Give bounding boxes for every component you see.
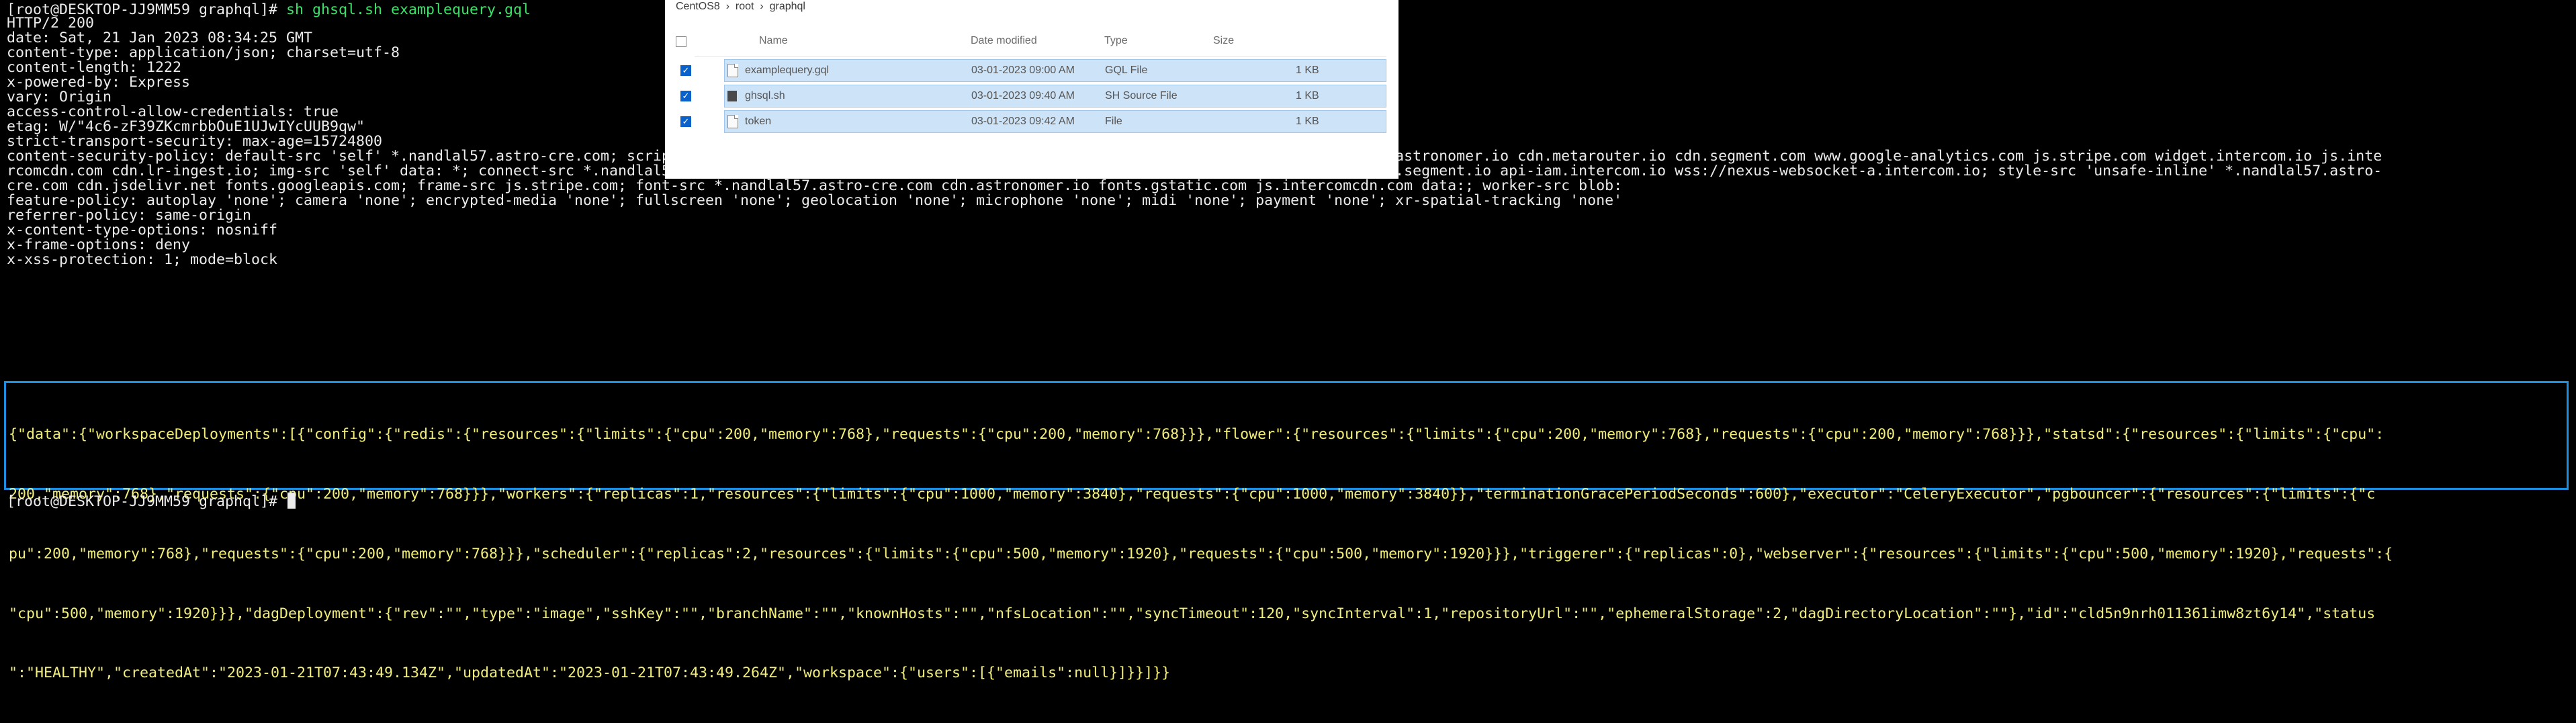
checked-checkbox-icon[interactable]: ✓ [680, 65, 691, 76]
file-size: 1 KB [1296, 90, 1319, 101]
column-header-date[interactable]: Date modified [971, 30, 1037, 52]
file-name: examplequery.gql [745, 65, 830, 76]
command-text: sh ghsql.sh examplequery.gql [286, 1, 531, 18]
file-row[interactable]: ✓ examplequery.gql 03-01-2023 09:00 AM G… [680, 59, 1386, 82]
file-type: File [1105, 116, 1122, 127]
column-header-size[interactable]: Size [1213, 30, 1234, 52]
json-line: {"data":{"workspaceDeployments":[{"confi… [9, 426, 2385, 443]
column-header-type[interactable]: Type [1104, 30, 1128, 52]
file-date: 03-01-2023 09:42 AM [971, 116, 1075, 127]
final-prompt-line[interactable]: [root@DESKTOP-JJ9MM59 graphql]# [7, 492, 296, 512]
column-header-name[interactable]: Name [759, 30, 788, 52]
json-line: 200,"memory":768},"requests":{"cpu":200,… [9, 485, 2376, 503]
shell-prompt: [root@DESKTOP-JJ9MM59 graphql]# [7, 493, 287, 510]
file-icon [727, 64, 738, 77]
file-row[interactable]: ✓ ghsql.sh 03-01-2023 09:40 AM SH Source… [680, 85, 1386, 108]
sh-file-icon [727, 91, 737, 101]
file-type: SH Source File [1105, 90, 1178, 101]
json-line: pu":200,"memory":768},"requests":{"cpu":… [9, 545, 2393, 562]
json-line: ":"HEALTHY","createdAt":"2023-01-21T07:4… [9, 665, 1171, 682]
file-name: ghsql.sh [745, 90, 785, 101]
file-row[interactable]: ✓ token 03-01-2023 09:42 AM File 1 KB [680, 110, 1386, 133]
checked-checkbox-icon[interactable]: ✓ [680, 91, 691, 101]
file-type: GQL File [1105, 65, 1148, 76]
file-name: token [745, 116, 772, 127]
header-divider [695, 56, 1386, 57]
select-all-checkbox[interactable] [676, 36, 686, 47]
json-response-highlight: {"data":{"workspaceDeployments":[{"confi… [4, 381, 2569, 681]
breadcrumb[interactable]: CentOS8 › root › graphql [676, 0, 805, 17]
text-cursor [287, 493, 296, 509]
file-explorer-window: CentOS8 › root › graphql Name Date modif… [665, 0, 1398, 179]
header-x-xss: x-xss-protection: 1; mode=block [7, 251, 278, 268]
file-size: 1 KB [1296, 65, 1319, 76]
checked-checkbox-icon[interactable]: ✓ [680, 116, 691, 127]
file-size: 1 KB [1296, 116, 1319, 127]
json-line: "cpu":500,"memory":1920}}},"dagDeploymen… [9, 605, 2376, 622]
file-date: 03-01-2023 09:00 AM [971, 65, 1075, 76]
file-date: 03-01-2023 09:40 AM [971, 90, 1075, 101]
file-icon [727, 115, 738, 128]
json-response: {"data":{"workspaceDeployments":[{"confi… [9, 385, 2561, 723]
